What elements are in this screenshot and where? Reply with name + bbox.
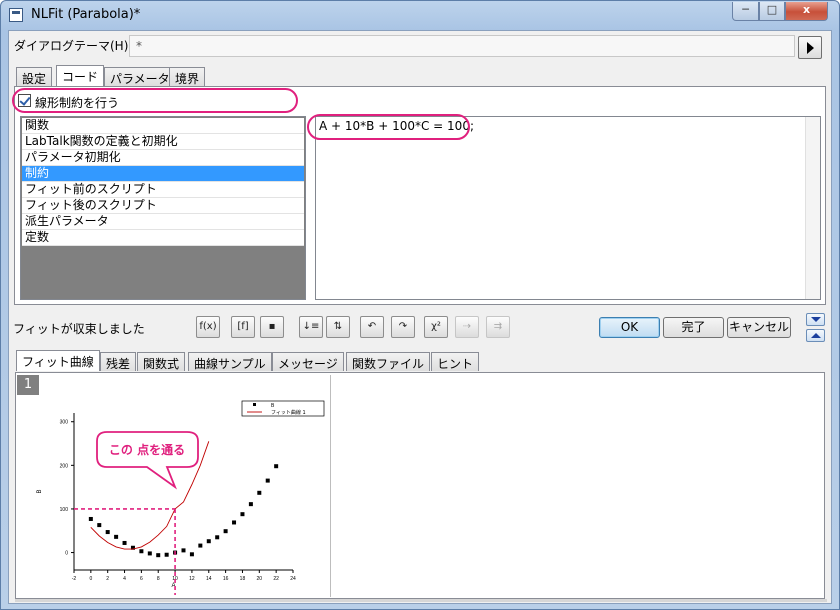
list-item[interactable]: LabTalk関数の定義と初期化 <box>22 134 304 150</box>
data-point <box>164 552 169 557</box>
data-point <box>156 553 161 558</box>
tab-parameters[interactable]: パラメータ <box>104 67 176 86</box>
data-point <box>223 529 228 534</box>
list-item[interactable]: パラメータ初期化 <box>22 150 304 166</box>
data-point <box>265 478 270 483</box>
data-point <box>181 548 186 553</box>
list-item[interactable]: 定数 <box>22 230 304 246</box>
app-window-icon <box>9 8 23 22</box>
x-tick-label: 6 <box>140 576 143 582</box>
cancel-button[interactable]: キャンセル <box>727 317 791 338</box>
x-tick-label: 16 <box>223 576 229 582</box>
list-item[interactable]: 関数 <box>22 118 304 134</box>
data-point <box>274 464 279 469</box>
y-tick-label: 200 <box>60 463 69 469</box>
close-button[interactable]: x <box>785 2 828 21</box>
ok-button[interactable]: OK <box>599 317 660 338</box>
dialog-client-area: ダイアログテーマ(H) * 設定 コード パラメータ 境界 線形制約を行う 関数… <box>8 30 832 604</box>
tab-fit-curve[interactable]: フィット曲線 <box>16 350 100 371</box>
fit-function-icon[interactable]: [f] <box>231 316 255 338</box>
data-point <box>189 552 194 557</box>
done-button[interactable]: 完了 <box>663 317 724 338</box>
callout-bubble <box>96 431 199 490</box>
list-item[interactable]: フィット前のスクリプト <box>22 182 304 198</box>
data-point <box>240 512 245 517</box>
callout-text: この 点を通る <box>109 442 185 457</box>
tab-settings[interactable]: 設定 <box>16 67 53 86</box>
expand-arrow-icon[interactable] <box>798 36 822 59</box>
tab-curve-sample[interactable]: 曲線サンプル <box>188 352 272 371</box>
data-point <box>139 549 144 554</box>
graph-area[interactable]: -20246810121416182022240100200300ABこの 点を… <box>17 375 331 597</box>
undo-icon[interactable]: ↶ <box>360 316 384 338</box>
tab-residuals[interactable]: 残差 <box>100 352 137 371</box>
data-point <box>257 490 262 495</box>
fit-step-icon[interactable]: ⇢ <box>455 316 479 338</box>
collapse-down-icon[interactable] <box>806 313 825 326</box>
x-tick-label: 20 <box>257 576 263 582</box>
fit-chart: -20246810121416182022240100200300ABこの 点を… <box>37 400 325 595</box>
x-tick-label: 8 <box>157 576 160 582</box>
y-tick-label: 0 <box>65 551 68 557</box>
redo-icon[interactable]: ↷ <box>391 316 415 338</box>
data-point <box>122 540 127 545</box>
y-tick-label: 300 <box>60 420 69 426</box>
code-section-list[interactable]: 関数 LabTalk関数の定義と初期化 パラメータ初期化 制約 フィット前のスク… <box>20 116 306 300</box>
x-tick-label: 14 <box>206 576 212 582</box>
legend-point-swatch <box>253 403 256 406</box>
sort-icon[interactable]: ↓≡ <box>299 316 323 338</box>
data-point <box>232 520 237 525</box>
graph-page-number: 1 <box>17 375 39 395</box>
data-point <box>105 530 110 535</box>
dialog-window: NLFit (Parabola)* ─ □ x ダイアログテーマ(H) * 設定… <box>0 0 840 610</box>
status-text: フィットが収束しました <box>13 322 145 336</box>
x-tick-label: 18 <box>240 576 246 582</box>
y-axis-label: B <box>37 489 43 493</box>
x-tick-label: 24 <box>290 576 296 582</box>
highlight-oval-checkbox <box>12 88 298 113</box>
tab-code[interactable]: コード <box>56 65 105 86</box>
data-point <box>97 523 102 528</box>
data-point <box>147 551 152 556</box>
fit-until-converged-icon[interactable]: ⇉ <box>486 316 510 338</box>
dialog-theme-label: ダイアログテーマ(H) <box>14 39 129 53</box>
tab-function-file[interactable]: 関数ファイル <box>346 352 431 371</box>
data-point <box>206 539 211 544</box>
window-title: NLFit (Parabola)* <box>31 7 141 22</box>
list-item[interactable]: 派生パラメータ <box>22 214 304 230</box>
expand-up-icon[interactable] <box>806 329 825 342</box>
code-scrollbar[interactable] <box>805 117 820 299</box>
tab-bounds[interactable]: 境界 <box>169 67 206 86</box>
save-icon[interactable]: ▪ <box>260 316 284 338</box>
list-item-selected[interactable]: 制約 <box>22 166 304 182</box>
x-tick-label: 22 <box>273 576 279 582</box>
x-tick-label: 2 <box>106 576 109 582</box>
x-tick-label: -2 <box>72 576 77 582</box>
fit-iteration-icon[interactable]: f(x) <box>196 316 220 338</box>
title-bar[interactable]: NLFit (Parabola)* ─ □ x <box>1 1 839 29</box>
data-point <box>248 502 253 507</box>
maximize-button[interactable]: □ <box>759 2 785 21</box>
tab-messages[interactable]: メッセージ <box>272 352 344 371</box>
horizontal-scrollbar[interactable] <box>15 599 827 602</box>
x-tick-label: 0 <box>89 576 92 582</box>
minimize-button[interactable]: ─ <box>732 2 759 21</box>
highlight-oval-code <box>307 114 470 140</box>
dialog-theme-field[interactable]: * <box>129 35 795 57</box>
list-item[interactable]: フィット後のスクリプト <box>22 198 304 214</box>
y-tick-label: 100 <box>60 507 69 513</box>
sort-alt-icon[interactable]: ⇅ <box>326 316 350 338</box>
data-point <box>88 516 93 521</box>
x-tick-label: 4 <box>123 576 126 582</box>
legend-entry: フィット曲線 1 <box>271 409 306 416</box>
code-editor[interactable]: A + 10*B + 100*C = 100; <box>315 116 821 300</box>
chi-square-icon[interactable]: χ² <box>424 316 448 338</box>
data-point <box>198 543 203 548</box>
data-point <box>114 534 119 539</box>
tab-hints[interactable]: ヒント <box>431 352 480 371</box>
tab-formula[interactable]: 関数式 <box>137 352 186 371</box>
data-point <box>215 535 220 540</box>
x-tick-label: 12 <box>189 576 195 582</box>
